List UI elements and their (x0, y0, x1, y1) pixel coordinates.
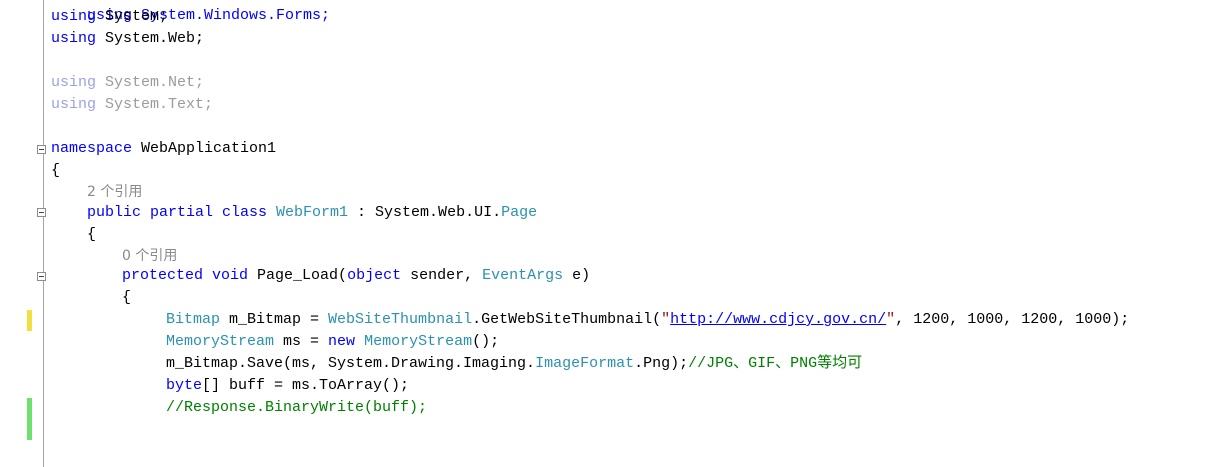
collapse-method-icon[interactable] (37, 272, 46, 281)
keyword-token: byte (166, 377, 203, 394)
plain-token: ms = (274, 333, 329, 350)
plain-token: m_Bitmap.Save(ms, System.Drawing.Imaging… (166, 355, 536, 372)
url-link[interactable]: http://www.cdjcy.gov.cn/ (670, 311, 886, 328)
type-token: ImageFormat (535, 355, 635, 372)
keyword-token: new (328, 333, 356, 350)
plain-token: m_Bitmap = (220, 311, 329, 328)
plain-token: sender, (401, 267, 483, 284)
code-line-using-system: using System; (51, 8, 168, 26)
plain-token: , 1200, 1000, 1200, 1000); (895, 311, 1130, 328)
namespace-token: System.Text; (96, 96, 214, 113)
code-line-comment: //Response.BinaryWrite(buff); (166, 399, 427, 417)
keyword-token: public partial class (87, 204, 277, 221)
collapse-namespace-icon[interactable] (37, 145, 46, 154)
string-token: " (661, 311, 671, 328)
code-line-memorystream: MemoryStream ms = new MemoryStream(); (166, 333, 499, 351)
code-line-brace: { (51, 162, 61, 179)
type-token: MemoryStream (364, 333, 473, 350)
keyword-token: using (51, 74, 97, 91)
saved-change-marker (27, 398, 32, 440)
plain-token: : System.Web.UI. (348, 204, 502, 221)
string-token: " (886, 311, 896, 328)
keyword-token: protected void (122, 267, 249, 284)
keyword-token: using (51, 8, 97, 25)
plain-token: .GetWebSiteThumbnail( (472, 311, 662, 328)
code-line-class: public partial class WebForm1 : System.W… (87, 204, 537, 222)
code-line-brace: { (87, 226, 97, 243)
keyword-token: object (347, 267, 402, 284)
type-token: MemoryStream (166, 333, 275, 350)
outline-margin (43, 0, 44, 467)
plain-token: (); (472, 333, 500, 350)
code-line-method: protected void Page_Load(object sender, … (122, 267, 590, 285)
comment-token: //Response.BinaryWrite(buff); (166, 399, 428, 416)
comment-token: //JPG、GIF、PNG等均可 (688, 355, 863, 372)
plain-token: [] buff = ms.ToArray(); (202, 377, 410, 394)
type-token: WebSiteThumbnail (328, 311, 473, 328)
plain-token: .Png); (634, 355, 689, 372)
code-line-using-web: using System.Web; (51, 30, 204, 48)
code-line-save: m_Bitmap.Save(ms, System.Drawing.Imaging… (166, 355, 862, 373)
collapse-class-icon[interactable] (37, 208, 46, 217)
type-token: WebForm1 (276, 204, 349, 221)
keyword-token: namespace (51, 140, 133, 157)
plain-token: Page_Load( (248, 267, 348, 284)
namespace-token: System.Net; (96, 74, 205, 91)
code-line-using-net: using System.Net; (51, 74, 204, 92)
code-line-namespace: namespace WebApplication1 (51, 140, 276, 158)
namespace-token: System; (96, 8, 169, 25)
code-line-using-text: using System.Text; (51, 96, 213, 114)
code-editor[interactable]: using System.Windows.Forms; using System… (0, 0, 1212, 467)
type-token: Bitmap (166, 311, 221, 328)
unsaved-change-marker (27, 310, 32, 331)
method-reference-count-link[interactable]: 0 个引用 (122, 247, 177, 265)
code-line-brace: { (122, 289, 132, 306)
namespace-token: System.Web; (96, 30, 205, 47)
keyword-token: using (51, 30, 97, 47)
type-token: Page (501, 204, 538, 221)
code-line-toarray: byte[] buff = ms.ToArray(); (166, 377, 409, 395)
namespace-name: WebApplication1 (132, 140, 277, 157)
code-line-bitmap: Bitmap m_Bitmap = WebSiteThumbnail.GetWe… (166, 311, 1129, 329)
plain-token: e) (563, 267, 591, 284)
type-token: EventArgs (482, 267, 564, 284)
class-reference-count-link[interactable]: 2 个引用 (87, 183, 142, 201)
keyword-token: using (51, 96, 97, 113)
